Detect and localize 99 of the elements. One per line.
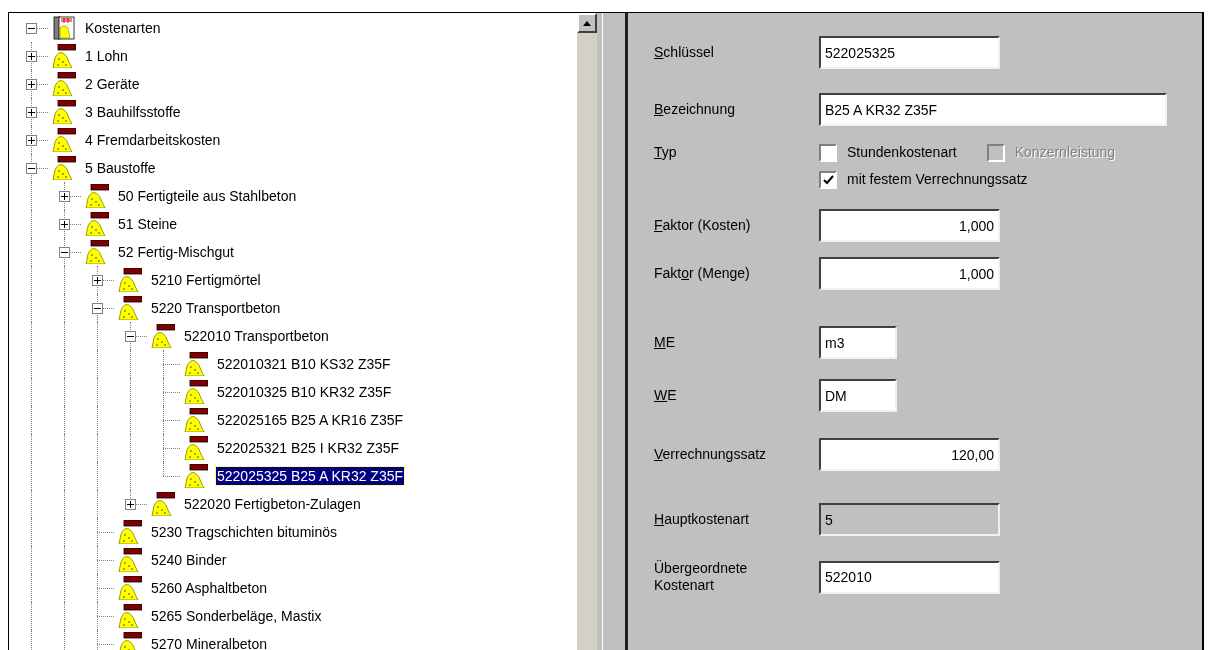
tree-item[interactable]: 5210 Fertigmörtel (150, 271, 262, 289)
plus-icon (28, 81, 35, 88)
tree-item[interactable]: 5260 Asphaltbeton (150, 579, 268, 597)
checkbox[interactable] (819, 143, 837, 162)
input-field[interactable]: 1,000 (819, 257, 1000, 290)
plus-icon (94, 277, 101, 284)
field-label: Typ (654, 144, 678, 161)
input-field[interactable]: DM (819, 379, 897, 412)
tree-item[interactable]: 522010 Transportbeton (183, 327, 330, 345)
sand-pile-icon (52, 44, 76, 68)
check-icon (822, 174, 834, 185)
tree-item[interactable]: 3 Bauhilfsstoffe (84, 103, 182, 121)
sand-pile-icon (85, 212, 109, 236)
scrollbar[interactable] (577, 12, 597, 650)
sand-pile-icon (85, 184, 109, 208)
field-label: Bezeichnung (654, 101, 736, 118)
field-label: WE (654, 387, 678, 404)
sand-pile-icon (184, 380, 208, 404)
field-label: Übergeordnete Kostenart (654, 560, 749, 594)
field-label: Verrechnungssatz (654, 446, 768, 463)
tree-item[interactable]: 522025325 B25 A KR32 Z35F (216, 467, 405, 485)
up-arrow-icon (583, 20, 591, 26)
plus-icon (28, 109, 35, 116)
expand-toggle[interactable] (92, 275, 103, 286)
collapse-toggle[interactable] (26, 23, 37, 34)
collapse-toggle[interactable] (59, 247, 70, 258)
expand-toggle[interactable] (59, 191, 70, 202)
collapse-toggle[interactable] (125, 331, 136, 342)
expand-toggle[interactable] (26, 79, 37, 90)
sand-pile-icon (85, 240, 109, 264)
field-label: Faktor (Kosten) (654, 217, 752, 234)
plus-icon (28, 53, 35, 60)
checkbox-label: Konzernleistung (1014, 143, 1116, 162)
tree-item[interactable]: 522025165 B25 A KR16 Z35F (216, 411, 405, 429)
tree-item[interactable]: 50 Fertigteile aus Stahlbeton (117, 187, 298, 205)
expand-toggle[interactable] (125, 499, 136, 510)
minus-icon (28, 165, 35, 172)
tree-item[interactable]: 5 Baustoffe (84, 159, 157, 177)
book-icon (52, 16, 76, 40)
field-label: Schlüssel (654, 44, 715, 61)
sand-pile-icon (52, 128, 76, 152)
minus-icon (28, 25, 35, 32)
sand-pile-icon (118, 604, 142, 628)
minus-icon (61, 249, 68, 256)
sand-pile-icon (184, 464, 208, 488)
tree-item[interactable]: 522010321 B10 KS32 Z35F (216, 355, 392, 373)
expand-toggle[interactable] (26, 51, 37, 62)
tree-item[interactable]: Kostenarten (84, 19, 162, 37)
field-label: Faktor (Menge) (654, 265, 751, 282)
sand-pile-icon (118, 296, 142, 320)
tree-item[interactable]: 5265 Sonderbeläge, Mastix (150, 607, 323, 625)
input-field[interactable]: 1,000 (819, 209, 1000, 242)
sand-pile-icon (52, 100, 76, 124)
tree-item[interactable]: 4 Fremdarbeitskosten (84, 131, 222, 149)
tree-item[interactable]: 522025321 B25 I KR32 Z35F (216, 439, 401, 457)
expand-toggle[interactable] (26, 107, 37, 118)
input-field[interactable]: 120,00 (819, 438, 1000, 471)
minus-icon (94, 305, 101, 312)
tree-item[interactable]: 1 Lohn (84, 47, 129, 65)
tree-item[interactable]: 5220 Transportbeton (150, 299, 282, 317)
expand-toggle[interactable] (59, 219, 70, 230)
tree-item[interactable]: 522020 Fertigbeton-Zulagen (183, 495, 362, 513)
sand-pile-icon (151, 492, 175, 516)
tree-item[interactable]: 5230 Tragschichten bituminös (150, 523, 338, 541)
sand-pile-icon (52, 72, 76, 96)
sand-pile-icon (118, 548, 142, 572)
scroll-up-button[interactable] (577, 13, 597, 33)
splitter[interactable] (597, 12, 628, 650)
tree-item[interactable]: 5240 Binder (150, 551, 228, 569)
input-field[interactable]: B25 A KR32 Z35F (819, 93, 1167, 126)
tree-item[interactable]: 52 Fertig-Mischgut (117, 243, 235, 261)
sand-pile-icon (184, 408, 208, 432)
sand-pile-icon (184, 352, 208, 376)
field-label: Hauptkostenart (654, 511, 750, 528)
checkbox-label: mit festem Verrechnungssatz (847, 170, 1028, 189)
plus-icon (127, 501, 134, 508)
tree-item[interactable]: 2 Geräte (84, 75, 141, 93)
input-field[interactable]: 522025325 (819, 36, 1000, 69)
field-label: ME (654, 334, 676, 351)
minus-icon (127, 333, 134, 340)
plus-icon (28, 137, 35, 144)
checkbox-label: Stundenkostenart (847, 143, 957, 162)
collapse-toggle[interactable] (26, 163, 37, 174)
sand-pile-icon (118, 268, 142, 292)
checkbox[interactable] (819, 170, 837, 189)
sand-pile-icon (184, 436, 208, 460)
input-field[interactable]: m3 (819, 326, 897, 359)
sand-pile-icon (151, 324, 175, 348)
sand-pile-icon (118, 520, 142, 544)
plus-icon (61, 193, 68, 200)
tree-item[interactable]: 51 Steine (117, 215, 179, 233)
tree-item[interactable]: 522010325 B10 KR32 Z35F (216, 383, 393, 401)
tree-item[interactable]: 5270 Mineralbeton (150, 635, 268, 650)
collapse-toggle[interactable] (92, 303, 103, 314)
expand-toggle[interactable] (26, 135, 37, 146)
sand-pile-icon (52, 156, 76, 180)
plus-icon (61, 221, 68, 228)
input-field[interactable]: 522010 (819, 560, 1000, 594)
sand-pile-icon (118, 576, 142, 600)
